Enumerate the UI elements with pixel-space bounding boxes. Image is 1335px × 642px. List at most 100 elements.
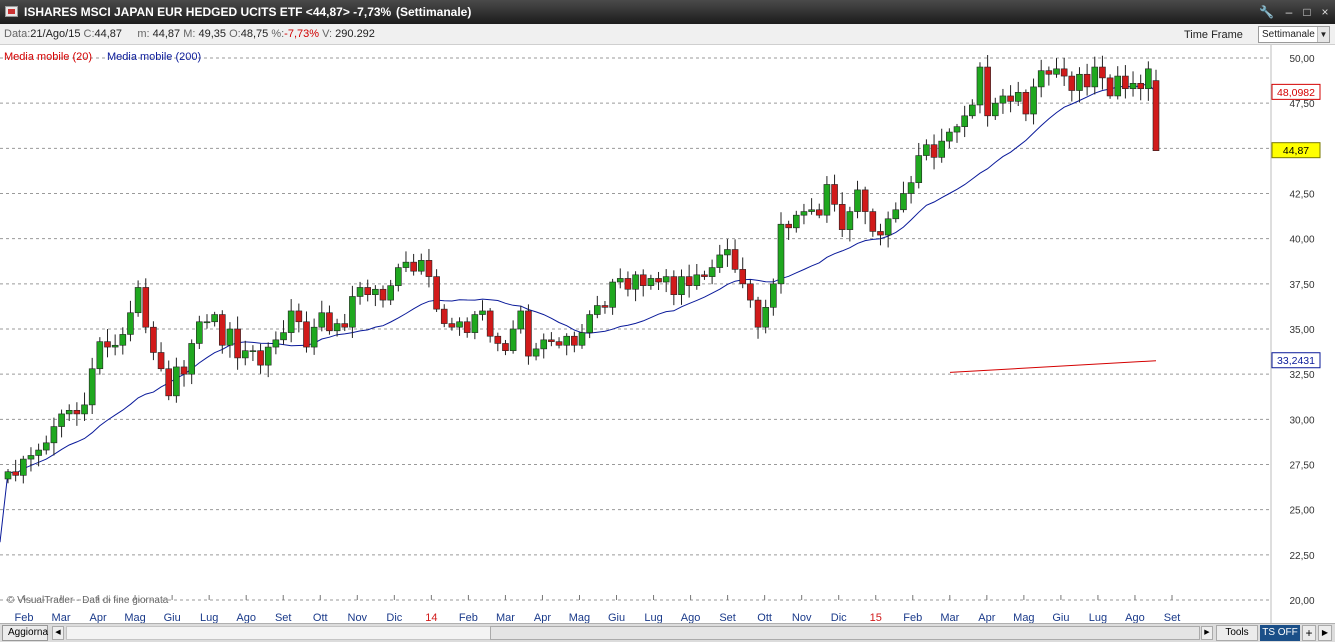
legend-ma20: Media mobile (20) — [4, 51, 92, 63]
candle-down — [930, 144, 938, 158]
window-title-bar: ISHARES MSCI JAPAN EUR HEDGED UCITS ETF … — [0, 0, 1335, 24]
candle-up — [961, 115, 968, 127]
max-value: 49,35 — [198, 28, 227, 40]
candle-up — [349, 296, 356, 328]
timeframe-select[interactable]: Settimanale ▼ — [1258, 26, 1330, 43]
candle-up — [479, 310, 486, 315]
candle-down — [165, 368, 173, 397]
candle-down — [410, 261, 417, 272]
candle-up — [1076, 73, 1083, 91]
candle-up — [991, 102, 999, 117]
y-tick-label: 37,50 — [1289, 280, 1314, 291]
x-tick-label: Lug — [200, 612, 218, 623]
candle-up — [1114, 75, 1122, 97]
candle-down — [815, 209, 823, 216]
wrench-icon[interactable]: 🔧 — [1259, 5, 1274, 19]
candle-down — [525, 310, 532, 357]
candle-down — [754, 299, 762, 328]
candle-down — [433, 276, 440, 310]
candle-up — [402, 261, 410, 268]
x-tick-label: Set — [719, 612, 736, 623]
candle-up — [1129, 82, 1137, 90]
candle-up — [762, 307, 769, 328]
legend-ma200: Media mobile (200) — [107, 51, 201, 63]
candle-up — [976, 66, 984, 106]
candle-up — [372, 288, 379, 295]
add-button[interactable]: + — [1302, 625, 1316, 641]
chevron-down-icon[interactable]: ▼ — [1317, 27, 1329, 42]
candle-down — [1099, 66, 1106, 79]
price-label-text: 33,2431 — [1277, 355, 1315, 367]
candle-down — [73, 409, 81, 415]
candle-up — [1145, 68, 1152, 90]
candle-down — [785, 223, 792, 229]
y-tick-label: 50,00 — [1289, 54, 1314, 65]
candle-up — [127, 312, 134, 335]
x-tick-label: Nov — [348, 612, 368, 623]
candle-down — [877, 231, 884, 236]
candle-down — [571, 335, 578, 346]
candle-up — [946, 131, 953, 142]
ts-off-button[interactable]: TS OFF — [1260, 625, 1300, 641]
next-icon[interactable]: ▶ — [1318, 625, 1332, 641]
y-tick-label: 42,50 — [1289, 190, 1314, 201]
candle-up — [241, 350, 249, 359]
ma-line-red — [949, 360, 1157, 373]
candle-up — [632, 274, 639, 290]
candle-up — [884, 218, 892, 236]
restore-button[interactable]: □ — [1300, 5, 1314, 19]
candle-up — [969, 104, 976, 117]
candle-down — [685, 276, 693, 286]
vol-label: V: — [322, 28, 333, 40]
candle-up — [20, 458, 27, 476]
candle-up — [1091, 66, 1099, 88]
candle-down — [670, 276, 678, 295]
y-tick-label: 22,50 — [1289, 551, 1314, 562]
tools-button[interactable]: Tools — [1216, 625, 1258, 641]
minimize-button[interactable]: ‒ — [1282, 5, 1296, 19]
open-value: 48,75 — [240, 28, 269, 40]
refresh-button[interactable]: Aggiorna — [2, 625, 48, 641]
x-tick-label: Feb — [903, 612, 922, 623]
x-tick-label: Mar — [940, 612, 959, 623]
candle-up — [854, 189, 861, 212]
scroll-left-icon[interactable]: ◀ — [52, 626, 64, 640]
price-chart[interactable]: 20,00 22,50 25,00 27,50 30,00 32,50 35,00 37,50… — [0, 45, 1335, 623]
candle-down — [463, 321, 471, 333]
candle-down — [257, 350, 264, 366]
candle-up — [196, 321, 203, 344]
x-tick-label: Mag — [569, 612, 590, 623]
scroll-right-icon[interactable]: ▶ — [1201, 626, 1213, 640]
timeframe-value: Settimanale — [1262, 29, 1315, 40]
date-value: 21/Ago/15 — [30, 28, 81, 40]
candle-down — [1060, 68, 1068, 77]
y-tick-label: 20,00 — [1289, 596, 1314, 607]
candle-down — [548, 339, 555, 342]
candle-up — [716, 254, 724, 268]
x-tick-label: Nov — [792, 612, 812, 623]
pct-value: -7,73% — [284, 28, 320, 40]
candle-down — [12, 471, 19, 476]
close-button[interactable]: × — [1318, 5, 1332, 19]
vol-value: 290.292 — [335, 28, 375, 40]
candle-down — [739, 269, 747, 285]
candle-down — [341, 323, 349, 328]
candle-up — [616, 278, 624, 283]
candle-down — [1083, 73, 1091, 88]
candle-up — [915, 155, 923, 183]
candle-up — [808, 209, 815, 212]
x-axis-labels: Feb Mar Apr Mag Giu Lug Ago Set Ott Nov Dic 14 Feb Ma… — [15, 595, 1180, 623]
window-title: ISHARES MSCI JAPAN EUR HEDGED UCITS ETF … — [24, 5, 392, 19]
x-tick-label: Dic — [831, 612, 847, 623]
candle-down — [1122, 75, 1129, 90]
y-tick-label: 47,50 — [1289, 99, 1314, 110]
x-tick-label: Set — [275, 612, 292, 623]
candle-up — [119, 334, 127, 346]
candle-up — [111, 344, 119, 348]
candle-down — [731, 249, 739, 270]
candle-up — [708, 267, 716, 277]
scrollbar-thumb[interactable] — [490, 626, 1200, 640]
candle-down — [1007, 95, 1014, 102]
x-tick-label: 14 — [425, 612, 437, 623]
candle-up — [417, 260, 425, 272]
